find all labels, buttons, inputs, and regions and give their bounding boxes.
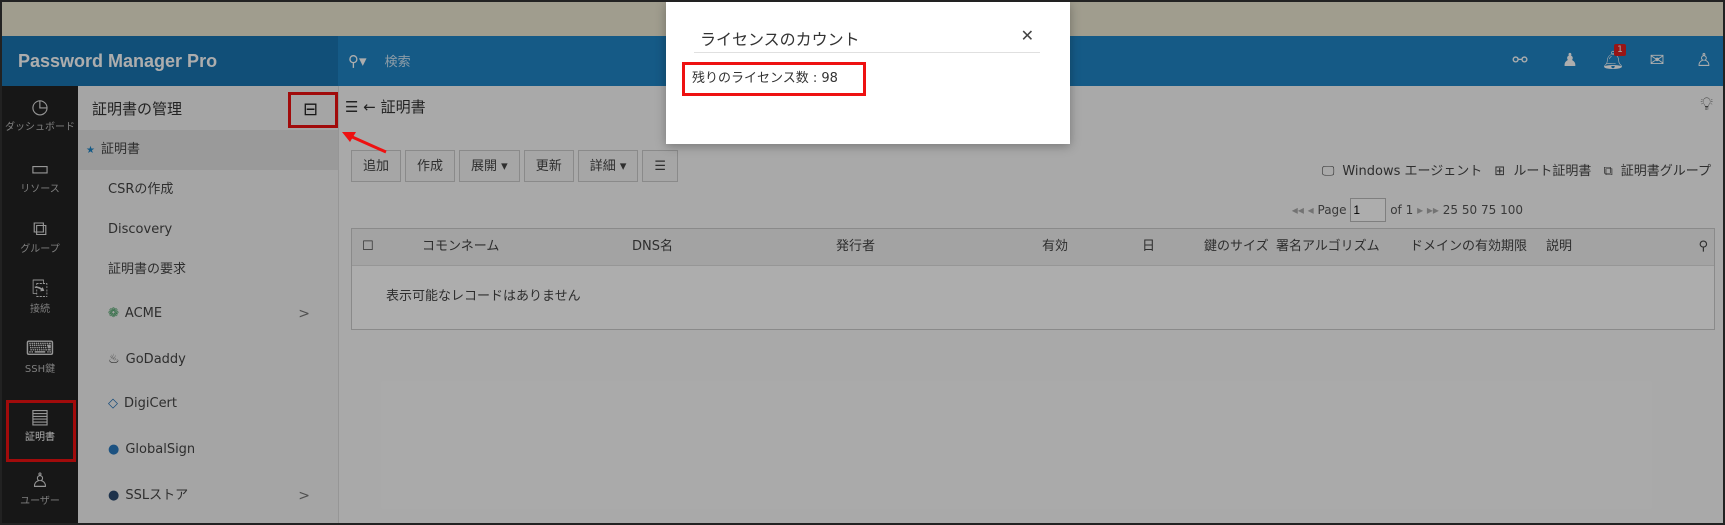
- remaining-licenses: 残りのライセンス数 : 98: [682, 62, 866, 96]
- app-window: 二段階認証が有効では あ がさらに強化されます。 Password Manage…: [0, 0, 1725, 525]
- red-arrow-annotation: [342, 132, 387, 154]
- license-count-dialog: ライセンスのカウント ✕ 残りのライセンス数 : 98: [666, 2, 1070, 144]
- dialog-title: ライセンスのカウント: [700, 30, 860, 49]
- divider: [694, 52, 1040, 53]
- close-icon[interactable]: ✕: [1021, 26, 1034, 45]
